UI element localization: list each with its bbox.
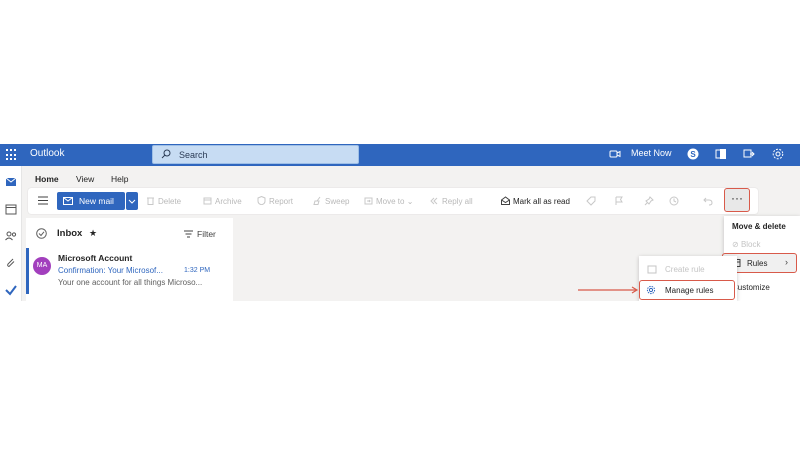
- tab-help[interactable]: Help: [111, 174, 128, 184]
- reply-all-label: Reply all: [442, 197, 473, 206]
- rules-label: Rules: [747, 259, 768, 268]
- block-label: Block: [740, 240, 761, 249]
- delete-label: Delete: [158, 197, 182, 206]
- undo-icon[interactable]: [703, 196, 713, 206]
- skype-icon[interactable]: S: [686, 147, 700, 161]
- rules-submenu: Create rule Manage rules: [639, 256, 737, 301]
- gear-icon: [646, 285, 656, 295]
- move-delete-header: Move & delete: [732, 222, 786, 231]
- new-mail-icon: [63, 197, 73, 205]
- left-navigation-rail: [0, 166, 22, 301]
- hamburger-menu-icon[interactable]: [38, 196, 48, 205]
- sweep-label: Sweep: [325, 197, 350, 206]
- annotation-arrow-icon: [578, 286, 639, 294]
- archive-icon: [203, 197, 212, 205]
- feedback-icon[interactable]: [742, 147, 756, 161]
- settings-gear-icon[interactable]: [771, 147, 785, 161]
- chevron-down-icon: ⌄: [404, 197, 414, 206]
- mark-all-read-label: Mark all as read: [513, 197, 570, 206]
- new-mail-dropdown-button[interactable]: [126, 192, 138, 210]
- select-all-check-icon[interactable]: [36, 228, 47, 239]
- message-preview: Your one account for all things Microso.…: [58, 278, 203, 287]
- sweep-button[interactable]: Sweep: [313, 196, 349, 206]
- block-icon: ⊘: [732, 240, 741, 249]
- reply-all-icon: [430, 197, 438, 205]
- chevron-down-icon: [128, 199, 136, 204]
- delete-button[interactable]: Delete: [146, 196, 181, 206]
- mark-all-read-button[interactable]: Mark all as read: [501, 196, 570, 206]
- outlook-window: Outlook Search Meet Now S Home View Help…: [0, 144, 800, 301]
- shield-icon: [257, 196, 266, 205]
- create-rule-label: Create rule: [665, 265, 705, 274]
- message-subject: Confirmation: Your Microsof...: [58, 266, 163, 275]
- reply-all-button[interactable]: Reply all: [430, 196, 473, 206]
- video-camera-icon[interactable]: [608, 147, 622, 161]
- app-title[interactable]: Outlook: [30, 148, 64, 159]
- move-to-button[interactable]: Move to ⌄: [364, 196, 413, 206]
- report-label: Report: [269, 197, 294, 206]
- avatar: MA: [33, 257, 51, 275]
- people-icon[interactable]: [4, 229, 18, 243]
- todo-check-icon[interactable]: [4, 283, 18, 297]
- mail-icon[interactable]: [4, 175, 18, 189]
- clock-icon[interactable]: [669, 196, 679, 206]
- top-header-bar: Outlook Search Meet Now S: [0, 144, 800, 166]
- attachment-icon[interactable]: [4, 256, 18, 270]
- more-options-button[interactable]: ···: [724, 188, 750, 212]
- tab-home[interactable]: Home: [35, 174, 59, 184]
- archive-label: Archive: [215, 197, 242, 206]
- manage-rules-label: Manage rules: [665, 286, 714, 295]
- folder-title: Inbox: [57, 228, 83, 239]
- search-icon: [161, 149, 171, 159]
- ribbon-tabs: Home View Help: [22, 166, 800, 188]
- search-box[interactable]: Search: [152, 145, 359, 164]
- new-mail-label: New mail: [79, 196, 114, 206]
- calendar-icon[interactable]: [4, 202, 18, 216]
- create-rule-icon: [647, 265, 657, 274]
- pin-icon[interactable]: [644, 196, 654, 206]
- move-to-label: Move to: [376, 197, 405, 206]
- message-sender: Microsoft Account: [58, 253, 133, 263]
- manage-rules-menu-item[interactable]: Manage rules: [639, 280, 735, 300]
- message-list-item[interactable]: MA Microsoft Account Confirmation: Your …: [26, 248, 233, 294]
- office-apps-icon[interactable]: [714, 147, 728, 161]
- customize-menu-item[interactable]: Customize: [732, 283, 770, 292]
- new-mail-button[interactable]: New mail: [57, 192, 125, 210]
- ribbon-toolbar: New mail Delete Archive Report Sweep Mov…: [28, 188, 758, 214]
- tag-icon[interactable]: [586, 196, 596, 206]
- archive-button[interactable]: Archive: [203, 196, 242, 206]
- search-placeholder: Search: [179, 150, 208, 160]
- flag-icon[interactable]: [614, 196, 624, 206]
- report-button[interactable]: Report: [257, 196, 293, 206]
- tab-view[interactable]: View: [76, 174, 94, 184]
- meet-now-button[interactable]: Meet Now: [631, 148, 672, 158]
- active-tab-indicator: [34, 164, 58, 166]
- filter-icon: [184, 230, 193, 238]
- block-menu-item[interactable]: ⊘ Block: [732, 240, 761, 249]
- move-folder-icon: [364, 197, 373, 205]
- chevron-right-icon: ›: [785, 257, 788, 267]
- svg-text:S: S: [690, 150, 696, 159]
- app-launcher-icon[interactable]: [6, 149, 18, 161]
- create-rule-menu-item[interactable]: Create rule: [647, 264, 705, 274]
- favorite-star-icon[interactable]: ★: [89, 228, 97, 239]
- filter-button[interactable]: Filter: [184, 229, 216, 239]
- filter-label: Filter: [197, 229, 216, 239]
- trash-icon: [147, 197, 154, 205]
- message-time: 1:32 PM: [184, 267, 211, 274]
- message-list: Inbox ★ Filter MA Microsoft Account Conf…: [26, 218, 233, 301]
- open-envelope-icon: [501, 196, 510, 205]
- broom-icon: [313, 196, 321, 205]
